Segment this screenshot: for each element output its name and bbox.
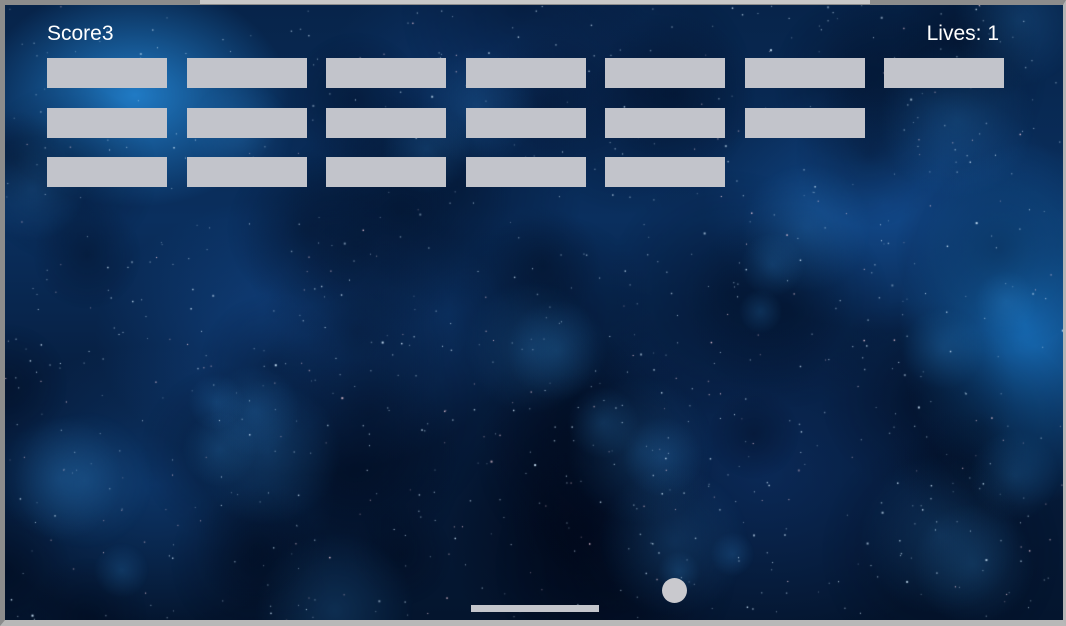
brick (326, 58, 446, 88)
brick (884, 58, 1004, 88)
score-display: Score3 (47, 22, 114, 45)
brick (47, 108, 167, 138)
brick (745, 108, 865, 138)
brick (47, 58, 167, 88)
window-top-strip (200, 0, 870, 4)
paddle[interactable] (471, 605, 599, 612)
brick (47, 157, 167, 187)
game-canvas[interactable]: Score3 Lives: 1 (5, 5, 1063, 620)
brick (605, 58, 725, 88)
brick (605, 108, 725, 138)
brick (326, 108, 446, 138)
brick (187, 157, 307, 187)
brick (187, 58, 307, 88)
brick (466, 108, 586, 138)
brick (466, 157, 586, 187)
ball (662, 578, 687, 603)
starfield-background (5, 5, 1063, 620)
brick (326, 157, 446, 187)
brick (605, 157, 725, 187)
brick (466, 58, 586, 88)
brick (745, 58, 865, 88)
brick (187, 108, 307, 138)
lives-display: Lives: 1 (926, 22, 999, 45)
